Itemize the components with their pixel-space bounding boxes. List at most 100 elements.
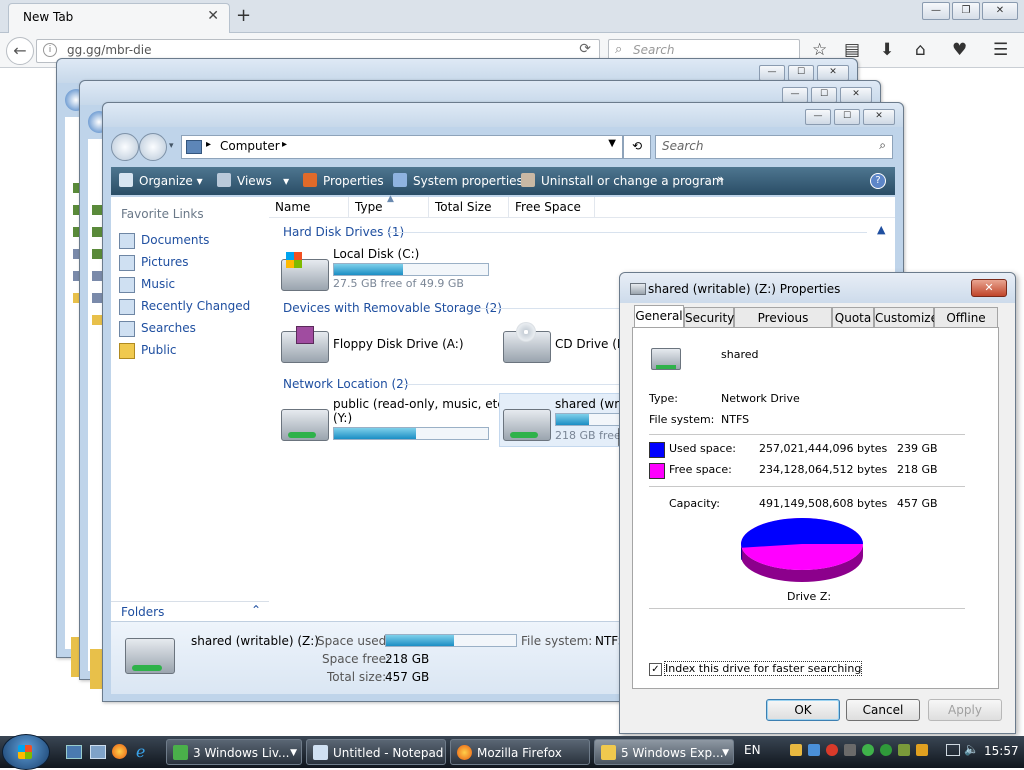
language-indicator[interactable]: EN — [744, 743, 761, 757]
drive-y-letter[interactable]: (Y:) — [333, 411, 352, 425]
taskbar-button-explorer[interactable]: 5 Windows Exp... ▼ — [594, 739, 734, 765]
recent-pages-chevron-icon[interactable]: ▾ — [169, 141, 174, 151]
tab-security[interactable]: Security — [684, 307, 734, 328]
close-window-icon[interactable]: ✕ — [982, 2, 1018, 20]
tray-app-icon[interactable] — [844, 744, 856, 756]
show-desktop-icon[interactable] — [66, 745, 82, 759]
more-commands-icon[interactable]: » — [717, 172, 724, 186]
security-alert-icon[interactable] — [826, 744, 838, 756]
taskbar-button-windows-live[interactable]: 3 Windows Liv... ▼ — [166, 739, 302, 765]
switch-windows-icon[interactable] — [90, 745, 106, 759]
tab-previous-versions[interactable]: Previous Versions — [734, 307, 832, 345]
back-button[interactable] — [111, 133, 139, 161]
search-input[interactable]: Search ⌕ — [655, 135, 893, 159]
type-value: Network Drive — [721, 392, 800, 405]
reload-icon[interactable]: ⟳ — [579, 41, 591, 57]
volume-icon[interactable]: 🔈 — [964, 742, 979, 756]
close-window-icon[interactable]: ✕ — [863, 109, 895, 125]
taskbar-button-notepad[interactable]: Untitled - Notepad — [306, 739, 446, 765]
views-menu[interactable]: Views ▾ — [217, 173, 289, 188]
restore-icon[interactable]: ❐ — [952, 2, 980, 20]
drive-c-usage-fill — [334, 264, 404, 275]
cancel-button[interactable]: Cancel — [846, 699, 920, 721]
breadcrumb-arrow-icon[interactable]: ▸ — [282, 139, 287, 150]
navigation-pane: Favorite Links Documents Pictures Music … — [111, 197, 270, 621]
info-icon[interactable]: i — [43, 43, 57, 57]
download-icon[interactable]: ⬇ — [880, 40, 894, 60]
ie-quicklaunch-icon[interactable]: ℯ — [136, 742, 145, 761]
back-arrow-icon[interactable]: ← — [6, 37, 34, 65]
group-removable-storage[interactable]: Devices with Removable Storage (2) — [283, 301, 502, 315]
tray-app-icon[interactable] — [880, 744, 892, 756]
index-checkbox-label[interactable]: Index this drive for faster searching — [663, 661, 863, 676]
folders-toggle[interactable]: Folders ⌃ — [111, 601, 269, 622]
network-status-icon[interactable] — [946, 744, 960, 756]
tab-offline-files[interactable]: Offline Files — [934, 307, 998, 345]
views-icon — [217, 173, 231, 187]
column-name[interactable]: Name — [269, 197, 349, 217]
maximize-icon[interactable]: ☐ — [834, 109, 860, 125]
column-free-space[interactable]: Free Space — [509, 197, 595, 217]
organize-menu[interactable]: Organize ▾ — [119, 173, 203, 188]
chevron-up-icon[interactable]: ⌃ — [251, 603, 261, 617]
maximize-icon[interactable]: ☐ — [788, 65, 814, 81]
start-button[interactable] — [2, 734, 50, 770]
messenger-status-icon[interactable] — [862, 744, 874, 756]
drive-y-usage-bar — [333, 427, 489, 440]
column-total-size[interactable]: Total Size — [429, 197, 509, 217]
search-icon[interactable]: ⌕ — [879, 138, 886, 153]
new-tab-button[interactable]: + — [236, 5, 251, 26]
breadcrumb-computer[interactable]: Computer — [220, 139, 280, 153]
collapse-group-icon[interactable]: ▲ — [877, 223, 885, 236]
group-network-location[interactable]: Network Location (2) — [283, 377, 408, 391]
uninstall-button[interactable]: Uninstall or change a program — [521, 173, 724, 188]
tray-app-icon[interactable] — [808, 744, 820, 756]
minimize-icon[interactable]: — — [759, 65, 785, 81]
address-dropdown-icon[interactable]: ▼ — [608, 138, 616, 149]
network-drive-icon — [281, 409, 329, 441]
tray-app-icon[interactable] — [916, 744, 928, 756]
minimize-icon[interactable]: — — [805, 109, 831, 125]
firefox-quicklaunch-icon[interactable] — [112, 744, 127, 759]
close-dialog-icon[interactable]: ✕ — [971, 279, 1007, 297]
reading-list-icon[interactable]: ▤ — [844, 40, 860, 60]
fs-label: File system: — [649, 413, 715, 426]
tray-app-icon[interactable] — [898, 744, 910, 756]
address-bar[interactable]: ▸ Computer ▸ ▼ — [181, 135, 623, 159]
browser-tab[interactable]: New Tab ✕ — [8, 3, 230, 33]
close-window-icon[interactable]: ✕ — [840, 87, 872, 103]
drive-c-name[interactable]: Local Disk (C:) — [333, 247, 419, 261]
refresh-icon[interactable]: ⟲ — [623, 135, 651, 159]
checkmark-icon — [303, 173, 317, 187]
notepad-icon — [313, 745, 328, 760]
apply-button[interactable]: Apply — [928, 699, 1002, 721]
forward-button[interactable] — [139, 133, 167, 161]
properties-dialog: shared (writable) (Z:) Properties ✕ Gene… — [619, 272, 1016, 734]
breadcrumb-arrow-icon[interactable]: ▸ — [206, 139, 211, 150]
home-icon[interactable]: ⌂ — [915, 40, 926, 60]
taskbar-button-firefox[interactable]: Mozilla Firefox — [450, 739, 590, 765]
close-tab-icon[interactable]: ✕ — [207, 8, 219, 24]
bookmark-star-icon[interactable]: ☆ — [812, 40, 827, 60]
group-hard-disk-drives[interactable]: Hard Disk Drives (1) — [283, 225, 404, 239]
index-checkbox[interactable]: ✓ — [649, 663, 662, 676]
system-properties-button[interactable]: System properties — [393, 173, 523, 188]
ok-button[interactable]: OK — [766, 699, 840, 721]
drive-a-name[interactable]: Floppy Disk Drive (A:) — [333, 337, 464, 351]
help-icon[interactable]: ? — [870, 173, 886, 189]
tab-customize[interactable]: Customize — [874, 307, 938, 328]
used-space-label: Used space: — [669, 442, 737, 455]
minimize-icon[interactable]: — — [782, 87, 808, 103]
close-window-icon[interactable]: ✕ — [817, 65, 849, 81]
minimize-icon[interactable]: — — [922, 2, 950, 20]
pocket-icon[interactable]: ♥ — [952, 40, 967, 60]
clock[interactable]: 15:57 — [984, 744, 1019, 758]
menu-icon[interactable]: ☰ — [993, 40, 1008, 60]
folder-icon — [601, 745, 616, 760]
maximize-icon[interactable]: ☐ — [811, 87, 837, 103]
drive-y-name[interactable]: public (read-only, music, etc) — [333, 397, 509, 411]
tray-app-icon[interactable] — [790, 744, 802, 756]
tab-quota[interactable]: Quota — [832, 307, 874, 328]
properties-button[interactable]: Properties — [303, 173, 384, 188]
sort-arrow-icon: ▲ — [387, 194, 394, 204]
